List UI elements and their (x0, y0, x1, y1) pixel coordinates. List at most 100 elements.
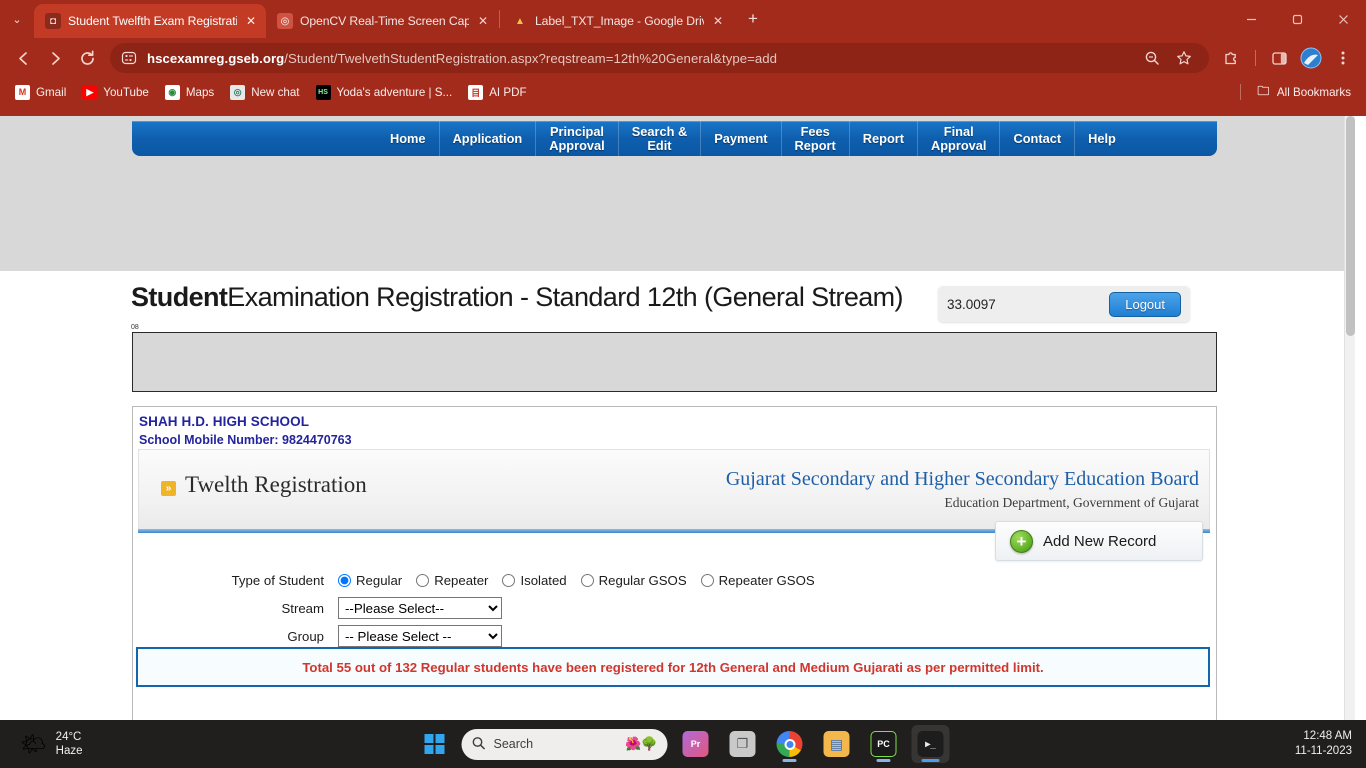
back-arrow-icon[interactable] (8, 43, 38, 73)
profile-avatar-icon[interactable] (1296, 43, 1326, 73)
start-button[interactable] (417, 726, 453, 762)
three-dot-menu-icon[interactable] (1328, 43, 1358, 73)
side-panel-icon[interactable] (1264, 43, 1294, 73)
close-icon[interactable]: ✕ (711, 14, 725, 28)
forward-arrow-icon[interactable] (40, 43, 70, 73)
terminal-icon: ▸_ (917, 731, 944, 757)
radio-repeater-label[interactable]: Repeater (434, 573, 488, 588)
page-title: StudentExamination Registration - Standa… (131, 282, 904, 313)
tab-list-dropdown-icon[interactable]: ⌄ (0, 0, 34, 38)
close-icon[interactable]: ✕ (476, 14, 490, 28)
group-select[interactable]: -- Please Select -- (338, 625, 502, 647)
browser-tab-2[interactable]: ◎ OpenCV Real-Time Screen Capt ✕ (266, 4, 498, 38)
radio-regular[interactable]: Regular (338, 573, 402, 588)
taskbar-app-premiere-pro[interactable]: Pr (677, 725, 715, 763)
taskbar-center-group: Search 🌺🌳 Pr ❐ ▤ PC ▸_ (417, 725, 950, 763)
maximize-icon[interactable] (1274, 3, 1320, 35)
nav-item-contact[interactable]: Contact (1000, 121, 1076, 156)
radio-regular-input[interactable] (338, 573, 351, 587)
add-new-record-button[interactable]: + Add New Record (995, 521, 1203, 561)
taskbar-app-pycharm[interactable]: PC (865, 725, 903, 763)
opencv-icon: ◎ (277, 13, 293, 29)
bookmark-gmail[interactable]: M Gmail (8, 82, 73, 103)
minimize-icon[interactable] (1228, 3, 1274, 35)
plus-circle-icon: + (1010, 529, 1033, 553)
browser-toolbar: hscexamreg.gseb.org/Student/TwelvethStud… (0, 38, 1366, 78)
tab-divider (499, 10, 500, 28)
radio-regular-gsos-label[interactable]: Regular GSOS (599, 573, 687, 588)
chatgpt-icon: ◎ (230, 84, 246, 100)
zoom-search-icon[interactable] (1137, 43, 1167, 73)
nav-item-final-approval[interactable]: Final Approval (918, 121, 1001, 156)
tab-title: Student Twelfth Exam Registrati (68, 14, 237, 28)
browser-tab-3[interactable]: ▲ Label_TXT_Image - Google Driv ✕ (501, 4, 733, 38)
radio-repeater-gsos[interactable]: Repeater GSOS (700, 573, 815, 588)
address-bar[interactable]: hscexamreg.gseb.org/Student/TwelvethStud… (110, 43, 1209, 73)
group-label: Group (287, 628, 324, 644)
site-settings-icon[interactable] (120, 49, 138, 67)
taskbar-clock[interactable]: 12:48 AM 11-11-2023 (1295, 729, 1366, 759)
nav-item-report[interactable]: Report (850, 121, 918, 156)
browser-tab-1[interactable]: ◘ Student Twelfth Exam Registrati ✕ (34, 4, 266, 38)
page-scrollbar[interactable] (1344, 116, 1355, 720)
bookmark-ai-pdf[interactable]: 目 AI PDF (461, 82, 533, 103)
tiny-marker: 08 (131, 324, 139, 331)
haze-sun-icon: 🌤 (20, 732, 47, 756)
taskbar-app-file-explorer[interactable]: ▤ (818, 725, 856, 763)
scrollbar-thumb[interactable] (1346, 116, 1355, 336)
type-of-student-label: Type of Student (231, 572, 324, 588)
notice-text: Total 55 out of 132 Regular students hav… (302, 659, 1044, 675)
weather-temperature: 24°C (55, 731, 82, 743)
radio-isolated-label[interactable]: Isolated (520, 573, 566, 588)
taskbar-app-task-view[interactable]: ❐ (724, 725, 762, 763)
session-code: 33.0097 (947, 296, 996, 312)
taskbar-search-box[interactable]: Search 🌺🌳 (461, 728, 668, 760)
star-icon[interactable] (1169, 43, 1199, 73)
bookmark-new-chat[interactable]: ◎ New chat (223, 82, 306, 103)
url-domain: hscexamreg.gseb.org (147, 50, 285, 66)
page-viewport: Home Application Principal Approval Sear… (0, 116, 1366, 720)
bookmarks-divider (1239, 84, 1241, 100)
close-icon[interactable]: ✕ (244, 14, 258, 28)
weather-widget[interactable]: 🌤 24°C Haze (0, 730, 83, 758)
radio-regular-gsos-input[interactable] (580, 573, 594, 587)
gmail-icon: M (15, 84, 30, 100)
nav-item-principal-approval[interactable]: Principal Approval (536, 121, 619, 156)
close-icon[interactable] (1320, 3, 1366, 35)
taskbar-app-chrome[interactable] (771, 725, 809, 763)
windows-logo-icon (424, 733, 445, 755)
nav-item-help[interactable]: Help (1075, 121, 1129, 156)
radio-repeater-input[interactable] (416, 573, 430, 587)
magnifier-icon (472, 736, 486, 753)
radio-repeater-gsos-input[interactable] (700, 573, 714, 587)
add-new-record-label: Add New Record (1043, 532, 1157, 550)
nav-item-application[interactable]: Application (440, 121, 537, 156)
new-tab-button[interactable]: + (739, 5, 767, 33)
form-row-group: Group -- Please Select -- (133, 623, 1216, 649)
nav-item-fees-report[interactable]: Fees Report (782, 121, 850, 156)
nav-item-home[interactable]: Home (377, 121, 440, 156)
stream-select[interactable]: --Please Select-- (338, 597, 502, 619)
bookmark-youtube[interactable]: ▶ YouTube (75, 82, 156, 103)
form-row-type-of-student: Type of Student Regular Repeater Isolate… (133, 567, 1216, 593)
extensions-puzzle-icon[interactable] (1217, 43, 1247, 73)
radio-isolated[interactable]: Isolated (502, 573, 567, 588)
logout-button[interactable]: Logout (1109, 291, 1181, 317)
taskbar-app-terminal[interactable]: ▸_ (911, 725, 950, 763)
radio-regular-gsos[interactable]: Regular GSOS (580, 573, 687, 588)
radio-isolated-input[interactable] (502, 573, 516, 587)
type-of-student-radio-group: Regular Repeater Isolated Regular GSOS R… (338, 573, 829, 588)
radio-repeater[interactable]: Repeater (416, 573, 488, 588)
board-subtitle: Education Department, Government of Guja… (944, 495, 1199, 510)
nav-item-payment[interactable]: Payment (701, 121, 782, 156)
radio-regular-label[interactable]: Regular (356, 573, 402, 588)
search-input[interactable]: Search (494, 737, 618, 751)
bookmark-yoda-adventure[interactable]: HS Yoda's adventure | S... (309, 82, 460, 103)
reload-icon[interactable] (72, 43, 102, 73)
stream-label: Stream (281, 600, 324, 616)
nav-item-search-edit[interactable]: Search & Edit (619, 121, 702, 156)
bookmark-maps[interactable]: ◉ Maps (158, 82, 221, 103)
clock-date: 11-11-2023 (1294, 745, 1352, 757)
all-bookmarks-button[interactable]: 🗀 All Bookmarks (1249, 82, 1358, 103)
radio-repeater-gsos-label[interactable]: Repeater GSOS (719, 573, 815, 588)
